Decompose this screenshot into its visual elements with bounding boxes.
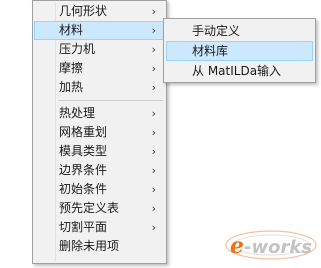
menu-item-label: 摩擦 xyxy=(59,61,84,75)
logo-text: -works xyxy=(244,237,312,258)
menu-item-press[interactable]: 压力机 › xyxy=(34,40,165,59)
menu-item-predefined-tables[interactable]: 预先定义表 › xyxy=(34,199,165,218)
chevron-right-icon: › xyxy=(151,202,156,215)
menu-item-label: 模具类型 xyxy=(59,144,108,158)
svg-text:e: e xyxy=(230,233,244,259)
submenu-item-manual-define[interactable]: 手动定义 xyxy=(166,21,313,41)
menu-item-label: 初始条件 xyxy=(59,182,108,196)
submenu-item-import-matilda[interactable]: 从 MatILDa输入 xyxy=(166,61,313,81)
menu-item-label: 删除未用项 xyxy=(59,239,120,253)
menu-item-geometry[interactable]: 几何形状 › xyxy=(34,2,165,21)
menu-item-label: 加热 xyxy=(59,80,84,94)
menu-item-die-type[interactable]: 模具类型 › xyxy=(34,142,165,161)
submenu-item-label: 从 MatILDa输入 xyxy=(192,64,282,78)
menu-item-remeshing[interactable]: 网格重划 › xyxy=(34,123,165,142)
menu-item-label: 切割平面 xyxy=(59,220,108,234)
menu-item-label: 边界条件 xyxy=(59,163,108,177)
submenu-item-label: 材料库 xyxy=(192,44,229,58)
menu-item-cutting-plane[interactable]: 切割平面 › xyxy=(34,218,165,237)
menu-item-label: 网格重划 xyxy=(59,125,108,139)
menu-item-label: 压力机 xyxy=(59,42,96,56)
material-submenu: 手动定义 材料库 从 MatILDa输入 xyxy=(163,18,316,83)
menu-item-boundary-conditions[interactable]: 边界条件 › xyxy=(34,161,165,180)
menu-item-friction[interactable]: 摩擦 › xyxy=(34,59,165,78)
menu-item-label: 材料 xyxy=(59,23,84,37)
menu-item-heating[interactable]: 加热 › xyxy=(34,78,165,97)
chevron-right-icon: › xyxy=(151,5,156,18)
eworks-logo-icon: e -works xyxy=(225,230,317,260)
chevron-right-icon: › xyxy=(151,164,156,177)
context-menu: 几何形状 › 材料 › 压力机 › 摩擦 › 加热 › 热处理 › 网格重划 ›… xyxy=(32,0,167,264)
submenu-item-material-library[interactable]: 材料库 xyxy=(166,41,313,61)
chevron-right-icon: › xyxy=(151,221,156,234)
chevron-right-icon: › xyxy=(151,62,156,75)
chevron-right-icon: › xyxy=(151,24,156,37)
menu-item-delete-unused[interactable]: 删除未用项 xyxy=(34,237,165,256)
chevron-right-icon: › xyxy=(151,126,156,139)
chevron-right-icon: › xyxy=(151,183,156,196)
menu-item-heat-treatment[interactable]: 热处理 › xyxy=(34,104,165,123)
chevron-right-icon: › xyxy=(151,107,156,120)
menu-item-label: 热处理 xyxy=(59,106,96,120)
chevron-right-icon: › xyxy=(151,81,156,94)
chevron-right-icon: › xyxy=(151,145,156,158)
submenu-item-label: 手动定义 xyxy=(192,24,241,38)
chevron-right-icon: › xyxy=(151,43,156,56)
menu-item-label: 预先定义表 xyxy=(59,201,120,215)
menu-item-material[interactable]: 材料 › xyxy=(34,21,165,40)
menu-item-label: 几何形状 xyxy=(59,4,108,18)
menu-separator xyxy=(58,100,163,101)
menu-item-initial-conditions[interactable]: 初始条件 › xyxy=(34,180,165,199)
